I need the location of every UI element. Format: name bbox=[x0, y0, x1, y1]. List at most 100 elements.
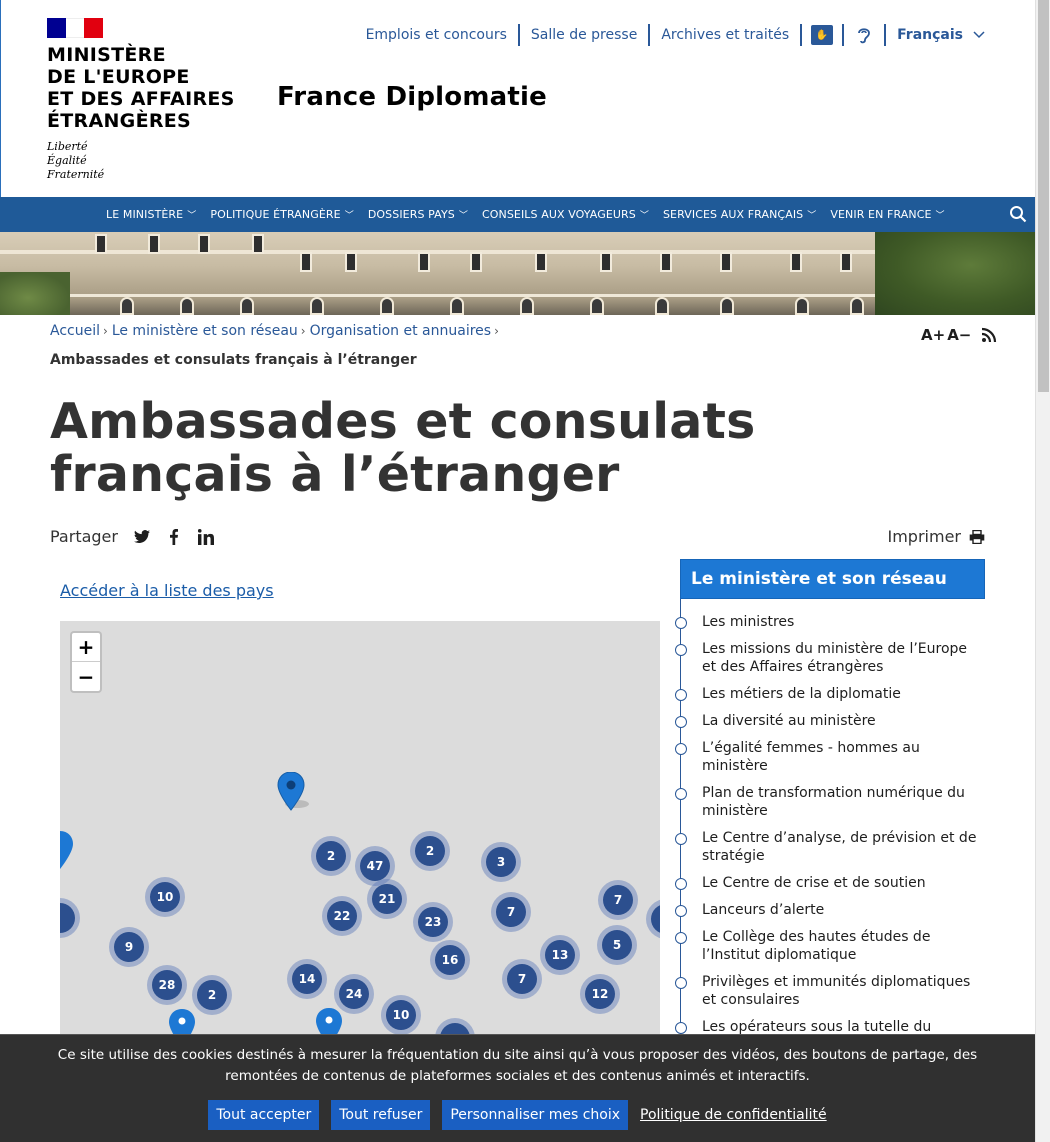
accept-all-button[interactable]: Tout accepter bbox=[208, 1100, 320, 1130]
map-cluster[interactable]: 3 bbox=[481, 842, 521, 882]
country-list-link[interactable]: Accéder à la liste des pays bbox=[60, 581, 274, 600]
sign-language-link[interactable]: ✋ bbox=[802, 24, 845, 46]
map-cluster[interactable]: 14 bbox=[287, 959, 327, 999]
rss-icon[interactable] bbox=[981, 327, 997, 343]
sidebar-item[interactable]: Les missions du ministère de l’Europe et… bbox=[675, 640, 985, 676]
map-cluster[interactable]: 7 bbox=[598, 880, 638, 920]
map-marker-icon[interactable] bbox=[315, 1008, 343, 1036]
sidebar-item[interactable]: Le Centre de crise et de soutien bbox=[675, 874, 985, 892]
map-cluster[interactable]: 21 bbox=[367, 879, 407, 919]
cluster-count: 47 bbox=[360, 851, 390, 881]
map-cluster[interactable]: 7 bbox=[491, 892, 531, 932]
map-marker-icon[interactable] bbox=[277, 772, 317, 814]
print-label: Imprimer bbox=[887, 527, 962, 546]
top-link-press[interactable]: Salle de presse bbox=[520, 24, 651, 46]
language-selector[interactable]: Français bbox=[886, 27, 985, 43]
customize-button[interactable]: Personnaliser mes choix bbox=[442, 1100, 629, 1130]
nav-item-venir[interactable]: VENIR EN FRANCE ﹀ bbox=[830, 208, 944, 221]
map-cluster[interactable]: 13 bbox=[540, 935, 580, 975]
sidebar-item[interactable]: Le Centre d’analyse, de prévision et de … bbox=[675, 829, 985, 865]
sidebar-item[interactable]: Privilèges et immunités diplomatiques et… bbox=[675, 973, 985, 1009]
cookie-message: Ce site utilise des cookies destinés à m… bbox=[57, 1047, 978, 1084]
sidebar-item[interactable]: Les ministres bbox=[675, 613, 985, 631]
nav-item-ministere[interactable]: LE MINISTÈRE ﹀ bbox=[106, 208, 196, 221]
map-cluster[interactable]: 23 bbox=[413, 902, 453, 942]
nav-item-conseils[interactable]: CONSEILS AUX VOYAGEURS ﹀ bbox=[482, 208, 649, 221]
font-decrease-button[interactable]: A− bbox=[947, 326, 971, 344]
nav-item-politique[interactable]: POLITIQUE ÉTRANGÈRE ﹀ bbox=[210, 208, 353, 221]
ministry-name: MINISTÈRE DE L'EUROPE ET DES AFFAIRES ÉT… bbox=[47, 44, 235, 132]
cluster-count: 9 bbox=[114, 932, 144, 962]
chevron-down-icon: ﹀ bbox=[458, 211, 468, 221]
sidebar-title: Le ministère et son réseau bbox=[680, 559, 985, 599]
chevron-right-icon: › bbox=[103, 324, 108, 338]
font-increase-button[interactable]: A+ bbox=[921, 326, 945, 344]
chevron-down-icon: ﹀ bbox=[639, 211, 649, 221]
map-cluster[interactable]: 16 bbox=[430, 940, 470, 980]
zoom-out-button[interactable]: − bbox=[72, 662, 100, 691]
sidebar-item[interactable]: La diversité au ministère bbox=[675, 712, 985, 730]
map-cluster[interactable]: 10 bbox=[145, 877, 185, 917]
search-icon[interactable] bbox=[1009, 205, 1027, 223]
sign-language-icon: ✋ bbox=[811, 25, 834, 45]
sidebar-item[interactable]: Le Collège des hautes études de l’Instit… bbox=[675, 928, 985, 964]
map-cluster[interactable]: 5 bbox=[597, 925, 637, 965]
map-cluster[interactable]: 22 bbox=[322, 896, 362, 936]
breadcrumb-organisation[interactable]: Organisation et annuaires bbox=[310, 323, 491, 339]
sidebar-item[interactable]: Les métiers de la diplomatie bbox=[675, 685, 985, 703]
map-cluster[interactable]: 2 bbox=[311, 836, 351, 876]
sidebar-item[interactable]: Plan de transformation numérique du mini… bbox=[675, 784, 985, 820]
breadcrumb-ministere[interactable]: Le ministère et son réseau bbox=[112, 323, 298, 339]
ministry-logo[interactable]: MINISTÈRE DE L'EUROPE ET DES AFFAIRES ÉT… bbox=[47, 18, 235, 182]
chevron-right-icon: › bbox=[494, 324, 499, 338]
refuse-all-button[interactable]: Tout refuser bbox=[331, 1100, 431, 1130]
cluster-count: 2 bbox=[197, 980, 227, 1010]
chevron-right-icon: › bbox=[300, 324, 306, 338]
twitter-icon[interactable] bbox=[133, 529, 150, 545]
ministry-line: MINISTÈRE bbox=[47, 44, 166, 66]
map-cluster[interactable] bbox=[60, 898, 80, 938]
nav-item-label: POLITIQUE ÉTRANGÈRE bbox=[210, 208, 341, 221]
linkedin-icon[interactable] bbox=[197, 528, 214, 545]
map-marker-icon[interactable] bbox=[60, 831, 86, 873]
map-cluster[interactable]: 2 bbox=[192, 975, 232, 1015]
top-link-jobs[interactable]: Emplois et concours bbox=[355, 24, 520, 46]
top-link-archives[interactable]: Archives et traités bbox=[650, 24, 803, 46]
map-cluster[interactable]: 12 bbox=[580, 974, 620, 1014]
nav-item-dossiers[interactable]: DOSSIERS PAYS ﹀ bbox=[368, 208, 468, 221]
cluster-count: 28 bbox=[152, 970, 182, 1000]
map-cluster[interactable]: 28 bbox=[147, 965, 187, 1005]
map-cluster[interactable] bbox=[646, 899, 660, 939]
hearing-accessibility-link[interactable] bbox=[844, 24, 887, 46]
ear-icon bbox=[858, 28, 871, 44]
print-button[interactable]: Imprimer bbox=[888, 527, 986, 546]
header-banner-image bbox=[0, 232, 1035, 315]
map-cluster[interactable]: 24 bbox=[334, 974, 374, 1014]
map-cluster[interactable]: 10 bbox=[381, 995, 421, 1035]
scrollbar-thumb[interactable] bbox=[1038, 0, 1049, 392]
nav-item-label: VENIR EN FRANCE bbox=[830, 208, 932, 221]
site-name[interactable]: France Diplomatie bbox=[277, 82, 547, 112]
cluster-count: 10 bbox=[150, 882, 180, 912]
map-cluster[interactable]: 9 bbox=[109, 927, 149, 967]
nav-item-label: SERVICES AUX FRANÇAIS bbox=[662, 208, 804, 221]
cluster-count: 2 bbox=[415, 836, 445, 866]
section-sidebar: Le ministère et son réseau Les ministres… bbox=[675, 559, 985, 1045]
sidebar-item[interactable]: Lanceurs d’alerte bbox=[675, 901, 985, 919]
sidebar-item[interactable]: L’égalité femmes - hommes au ministère bbox=[675, 739, 985, 775]
zoom-in-button[interactable]: + bbox=[72, 633, 100, 662]
map-cluster[interactable]: 7 bbox=[502, 959, 542, 999]
page-title: Ambassades et consulats français à l’étr… bbox=[50, 393, 756, 503]
cluster-count: 5 bbox=[602, 930, 632, 960]
share-bar: Partager bbox=[50, 527, 214, 546]
map-cluster[interactable]: 2 bbox=[410, 831, 450, 871]
chevron-down-icon: ﹀ bbox=[187, 211, 197, 221]
page-scrollbar[interactable] bbox=[1035, 0, 1050, 1142]
privacy-policy-link[interactable]: Politique de confidentialité bbox=[640, 1107, 827, 1123]
map-marker-icon[interactable] bbox=[168, 1009, 196, 1036]
nav-item-services[interactable]: SERVICES AUX FRANÇAIS ﹀ bbox=[663, 208, 816, 221]
embassy-map[interactable]: + − 2 47 2 3 10 21 22 23 7 7 9 16 13 5 2… bbox=[60, 621, 660, 1036]
facebook-icon[interactable] bbox=[166, 528, 182, 545]
cluster-count: 14 bbox=[292, 964, 322, 994]
breadcrumb-home[interactable]: Accueil bbox=[50, 323, 100, 339]
